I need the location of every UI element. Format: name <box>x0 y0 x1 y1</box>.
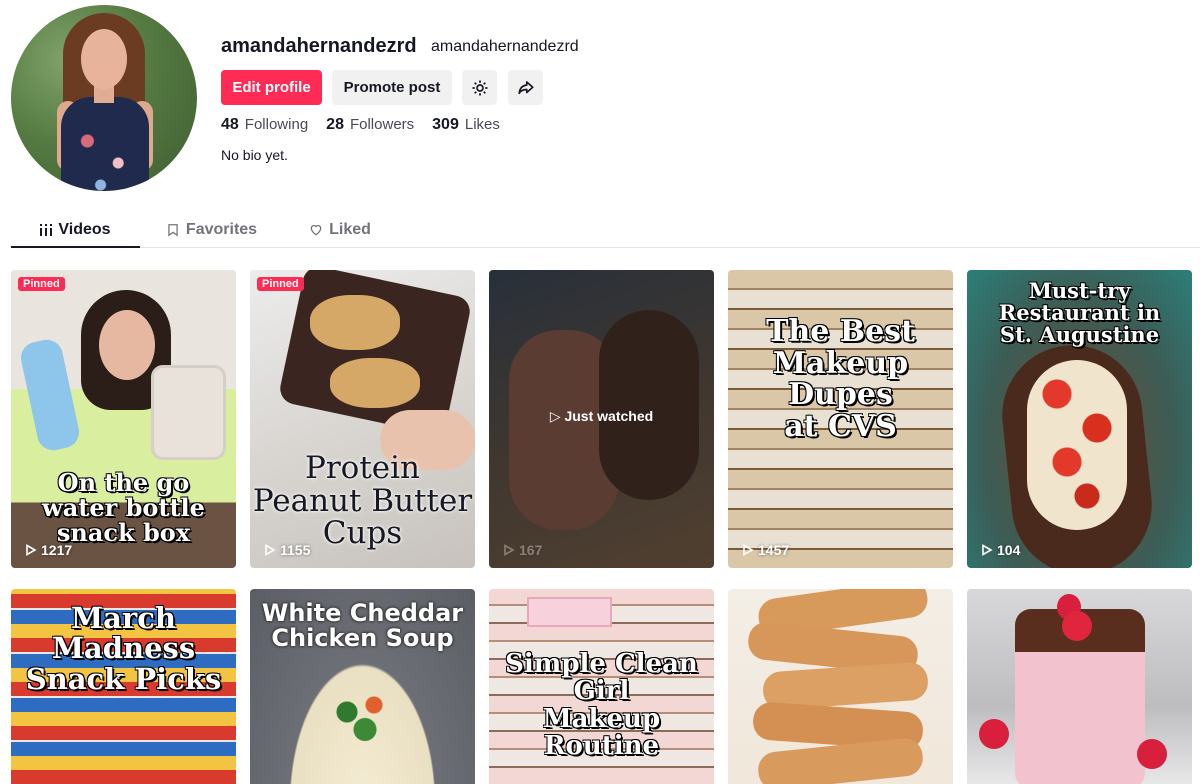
tab-liked[interactable]: Liked <box>283 212 397 248</box>
tab-favorites[interactable]: Favorites <box>140 212 283 248</box>
likes-count: 309 <box>432 116 459 133</box>
view-count-value: 1217 <box>41 542 73 558</box>
profile-stats: 48 Following 28 Followers 309 Likes <box>221 116 500 134</box>
tab-favorites-label: Favorites <box>185 221 258 238</box>
play-icon <box>265 544 276 556</box>
play-icon <box>26 544 37 556</box>
view-count-value: 1457 <box>758 542 790 558</box>
share-profile-button[interactable] <box>508 70 543 105</box>
profile-tabs: Videos Favorites Liked <box>11 212 397 248</box>
pinned-badge: Pinned <box>18 277 65 291</box>
tab-videos-label: Videos <box>58 221 111 238</box>
video-title: Must-try Restaurant in St. Augustine <box>998 278 1161 348</box>
gear-icon <box>472 80 487 95</box>
view-count: 1155 <box>264 542 310 558</box>
likes-label: Likes <box>464 116 500 133</box>
video-card[interactable]: White Cheddar Chicken Soup <box>250 589 475 784</box>
tab-videos[interactable]: Videos <box>11 212 140 248</box>
pinned-badge: Pinned <box>257 277 304 291</box>
video-card[interactable] <box>967 589 1192 784</box>
video-card[interactable]: The Best Makeup Dupes at CVS 1457 <box>728 270 953 568</box>
profile-nickname: amandahernandezrd <box>431 38 579 55</box>
share-icon <box>517 80 534 94</box>
followers-stat[interactable]: 28 Followers <box>326 116 414 134</box>
bookmark-icon <box>168 224 178 237</box>
edit-profile-button[interactable]: Edit profile <box>221 70 322 105</box>
likes-stat: 309 Likes <box>432 116 500 134</box>
video-title: Protein Peanut Butter Cups <box>252 450 473 552</box>
view-count: 1217 <box>25 542 72 558</box>
promote-post-button[interactable]: Promote post <box>332 70 452 105</box>
profile-bio: No bio yet. <box>221 147 288 163</box>
play-icon <box>743 544 754 556</box>
play-icon <box>504 544 515 556</box>
view-count-value: 167 <box>519 542 543 558</box>
view-count-value: 104 <box>997 542 1021 558</box>
video-card[interactable] <box>728 589 953 784</box>
grid-icon <box>40 224 53 236</box>
video-title: March Madness Snack Picks <box>25 601 222 696</box>
play-icon <box>982 544 993 556</box>
video-card[interactable]: Must-try Restaurant in St. Augustine 104 <box>967 270 1192 568</box>
following-count: 48 <box>221 116 239 133</box>
video-title: White Cheddar Chicken Soup <box>261 599 464 653</box>
video-card[interactable]: Simple Clean Girl Makeup Routine <box>489 589 714 784</box>
video-card[interactable]: ▷ Just watched 167 <box>489 270 714 568</box>
profile-username: amandahernandezrd <box>221 35 417 57</box>
following-label: Following <box>244 116 309 133</box>
profile-avatar[interactable] <box>11 5 197 191</box>
view-count: 104 <box>981 542 1020 558</box>
settings-button[interactable] <box>462 70 497 105</box>
heart-icon <box>310 224 322 236</box>
view-count: 167 <box>503 542 542 558</box>
view-count: 1457 <box>742 542 789 558</box>
view-count-value: 1155 <box>280 542 311 558</box>
tab-liked-label: Liked <box>329 221 371 238</box>
video-card[interactable]: Pinned Protein Peanut Butter Cups 1155 <box>250 270 475 568</box>
just-watched-label: ▷ Just watched <box>549 408 654 424</box>
video-title: On the go water bottle snack box <box>42 468 205 548</box>
just-watched-text: Just watched <box>564 408 654 424</box>
active-tab-indicator <box>11 246 140 248</box>
tabs-divider <box>11 247 1200 248</box>
following-stat[interactable]: 48 Following <box>221 116 308 134</box>
video-card[interactable]: March Madness Snack Picks <box>11 589 236 784</box>
video-title: Simple Clean Girl Makeup Routine <box>505 649 698 761</box>
video-card[interactable]: Pinned On the go water bottle snack box … <box>11 270 236 568</box>
video-title: The Best Makeup Dupes at CVS <box>766 314 915 444</box>
followers-count: 28 <box>326 116 344 133</box>
followers-label: Followers <box>349 116 415 133</box>
